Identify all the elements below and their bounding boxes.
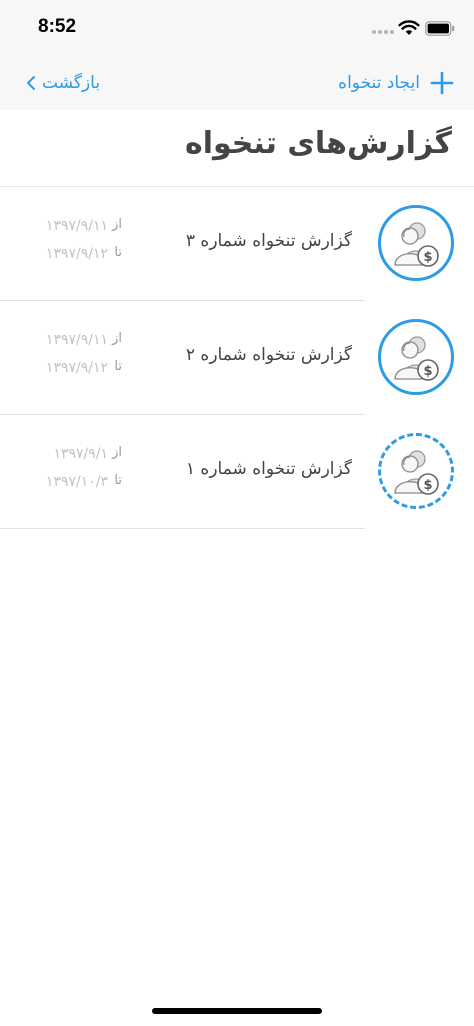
avatar: $ [378,319,454,395]
chevron-left-icon [27,76,35,90]
status-time: 8:52 [38,16,77,37]
from-label: از [112,445,122,460]
wifi-icon [398,20,420,35]
svg-text:$: $ [423,250,432,265]
report-title: گزارش تنخواه شماره ۲ [185,345,352,365]
to-date-line: تا ۱۳۹۷/۱۰/۳ [30,473,122,495]
avatar: $ [378,205,454,281]
plus-icon [430,71,454,95]
person-money-icon: $ [394,450,439,495]
person-money-icon: $ [394,222,439,267]
status-bar: 8:52 [0,0,474,58]
to-date: ۱۳۹۷/۱۰/۳ [45,474,108,490]
page-title: گزارش‌های تنخواه [185,126,452,161]
svg-text:$: $ [423,364,432,379]
to-date-line: تا ۱۳۹۷/۹/۱۲ [30,245,122,267]
from-date-line: از ۱۳۹۷/۹/۱ [30,445,122,467]
from-label: از [112,331,122,346]
battery-icon [425,21,455,36]
home-indicator[interactable] [152,1008,322,1014]
cellular-signal-icon [372,30,394,34]
svg-text:$: $ [423,478,432,493]
from-date: ۱۳۹۷/۹/۱۱ [45,332,108,348]
to-date: ۱۳۹۷/۹/۱۲ [45,360,108,376]
from-date-line: از ۱۳۹۷/۹/۱۱ [30,217,122,239]
to-label: تا [114,245,122,260]
person-money-icon: $ [394,336,439,381]
create-button-label: ایجاد تنخواه [338,73,420,93]
to-date: ۱۳۹۷/۹/۱۲ [45,246,108,262]
to-date-line: تا ۱۳۹۷/۹/۱۲ [30,359,122,381]
report-title: گزارش تنخواه شماره ۱ [185,459,352,479]
navigation-bar: بازگشت ایجاد تنخواه [0,58,474,110]
from-date: ۱۳۹۷/۹/۱ [53,446,108,462]
from-date: ۱۳۹۷/۹/۱۱ [45,218,108,234]
create-petty-cash-button[interactable]: ایجاد تنخواه [338,69,454,97]
list-item[interactable]: $ گزارش تنخواه شماره ۳ از ۱۳۹۷/۹/۱۱ تا ۱… [0,187,474,301]
from-label: از [112,217,122,232]
to-label: تا [114,359,122,374]
report-list: $ گزارش تنخواه شماره ۳ از ۱۳۹۷/۹/۱۱ تا ۱… [0,187,474,529]
avatar: $ [378,433,454,509]
list-item[interactable]: $ گزارش تنخواه شماره ۱ از ۱۳۹۷/۹/۱ تا ۱۳… [0,415,474,529]
list-item[interactable]: $ گزارش تنخواه شماره ۲ از ۱۳۹۷/۹/۱۱ تا ۱… [0,301,474,415]
row-divider [0,528,365,529]
back-button-label: بازگشت [42,73,101,93]
back-button[interactable]: بازگشت [26,70,100,96]
report-title: گزارش تنخواه شماره ۳ [185,231,352,251]
to-label: تا [114,473,122,488]
from-date-line: از ۱۳۹۷/۹/۱۱ [30,331,122,353]
